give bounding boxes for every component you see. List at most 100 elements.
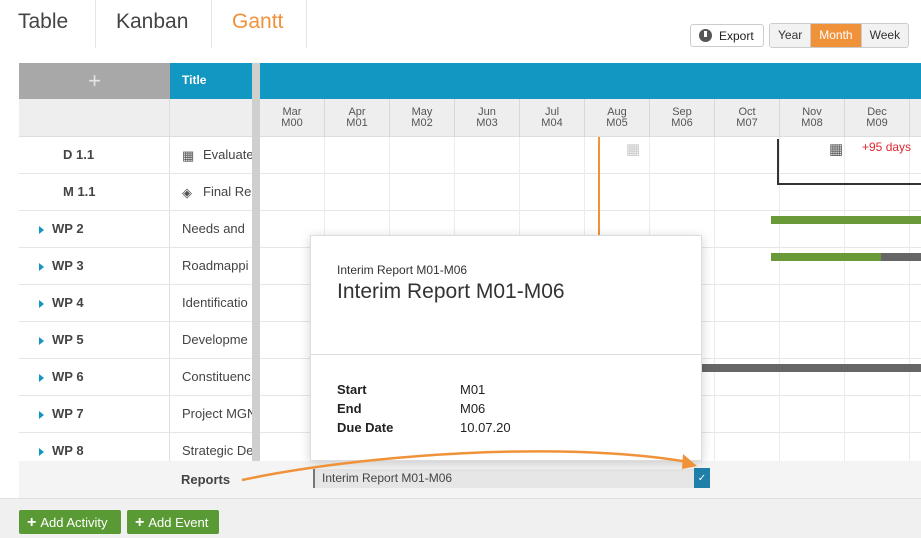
popover-end-key: End [337,401,362,416]
month-code: M01 [346,117,368,129]
popover-start-value: M01 [460,382,486,397]
reports-row: Reports Interim Report M01-M06 ✓ [19,461,921,498]
add-event-button[interactable]: + Add Event [127,510,219,534]
wp2-bar[interactable] [771,216,921,224]
month-column-header: Mar M00 [260,99,325,137]
expand-caret-icon[interactable] [39,226,44,234]
export-button[interactable]: Export [690,24,764,47]
row-id: WP 7 [19,396,169,432]
row-title[interactable]: Evaluate [182,137,252,173]
wp3-bar-remaining[interactable] [881,253,921,261]
row-title[interactable]: Constituenc [182,359,252,395]
month-column-header: Jul M04 [520,99,585,137]
expand-caret-icon[interactable] [39,411,44,419]
month-column-header: Aug M05 [585,99,650,137]
month-column-header: Sep M06 [650,99,715,137]
add-activity-button[interactable]: + Add Activity [19,510,121,534]
row-separator [169,248,170,284]
month-code: M08 [801,117,823,129]
popover-end-value: M06 [460,401,486,416]
bottom-toolbar: + Add Activity + Add Event [0,498,921,538]
month-column-header: Nov M08 [780,99,845,137]
row-id: WP 5 [19,322,169,358]
grid-line [844,137,845,498]
expand-caret-icon[interactable] [39,263,44,271]
add-activity-label: Add Activity [40,515,108,530]
row-separator [169,322,170,358]
plus-icon: + [135,514,145,531]
popover-start-key: Start [337,382,367,397]
delay-label: +95 days [862,140,912,154]
row-id: D 1.1 [19,137,169,173]
row-id-label: WP 6 [52,369,84,384]
month-code: M09 [866,117,888,129]
table-row[interactable]: D 1.1 ▦ Evaluate [19,137,921,174]
month-column-header: Oct M07 [715,99,780,137]
row-id-label: WP 7 [52,406,84,421]
month-header: Mar M00 Apr M01 May M02 Jun M03 Jul M04 Aug M05 Sep M… [260,99,921,137]
reports-label: Reports [181,472,231,487]
export-label: Export [719,28,754,43]
zoom-month-button[interactable]: Month [811,24,862,47]
deliverable-marker-icon: ▦ [626,141,641,158]
tab-table[interactable]: Table [0,0,96,48]
tab-gantt[interactable]: Gantt [212,0,307,48]
expand-caret-icon[interactable] [39,374,44,382]
grid-line [714,137,715,498]
table-row[interactable]: M 1.1 ◈ Final Re [19,174,921,211]
add-event-label: Add Event [148,515,209,530]
row-title[interactable]: Roadmappi [182,248,252,284]
grid-line [779,137,780,498]
row-title[interactable]: Identificatio [182,285,252,321]
row-separator [169,174,170,210]
expand-caret-icon[interactable] [39,337,44,345]
row-title[interactable]: Project MGN [182,396,252,432]
pane-splitter[interactable] [252,63,260,498]
report-bar[interactable]: Interim Report M01-M06 [313,469,699,488]
row-id: WP 2 [19,211,169,247]
popover-subtitle: Interim Report M01-M06 [337,263,468,277]
popover-divider [311,354,701,355]
row-separator [169,359,170,395]
report-flag-icon[interactable]: ✓ [694,468,710,488]
month-code: M03 [476,117,498,129]
expand-caret-icon[interactable] [39,300,44,308]
row-title[interactable]: Developme [182,322,252,358]
dependency-line-h [777,183,921,185]
month-code: M04 [541,117,563,129]
month-column-header: May M02 [390,99,455,137]
row-id: WP 3 [19,248,169,284]
expand-caret-icon[interactable] [39,448,44,456]
popover-title: Interim Report M01-M06 [337,280,565,303]
row-id: WP 6 [19,359,169,395]
month-code: M06 [671,117,693,129]
month-code: M00 [281,117,303,129]
popover-due-value: 10.07.20 [460,420,511,435]
row-id: M 1.1 [19,174,169,210]
row-id-label: WP 4 [52,295,84,310]
plus-icon: + [27,514,37,531]
add-row-button[interactable]: + [19,63,170,99]
grid-line [909,137,910,498]
zoom-year-button[interactable]: Year [770,24,812,47]
row-id-label: M 1.1 [63,184,96,199]
row-id-label: D 1.1 [63,147,95,162]
zoom-week-button[interactable]: Week [861,24,909,47]
row-id: WP 4 [19,285,169,321]
timeline-header [260,63,921,99]
report-popover: Interim Report M01-M06 Interim Report M0… [310,235,702,461]
month-code: M02 [411,117,433,129]
zoom-selector: Year Month Week [769,23,910,48]
row-title[interactable]: Final Re [182,174,252,210]
title-column-header: Title [170,63,252,99]
row-separator [169,211,170,247]
tab-kanban[interactable]: Kanban [96,0,212,48]
wp3-bar[interactable] [771,253,881,261]
row-title[interactable]: Needs and [182,211,252,247]
download-icon [699,29,712,42]
row-id-label: WP 5 [52,332,84,347]
month-column-header: Jun M03 [455,99,520,137]
wp6-bar[interactable] [699,364,921,372]
popover-due-key: Due Date [337,420,394,435]
row-separator [169,396,170,432]
